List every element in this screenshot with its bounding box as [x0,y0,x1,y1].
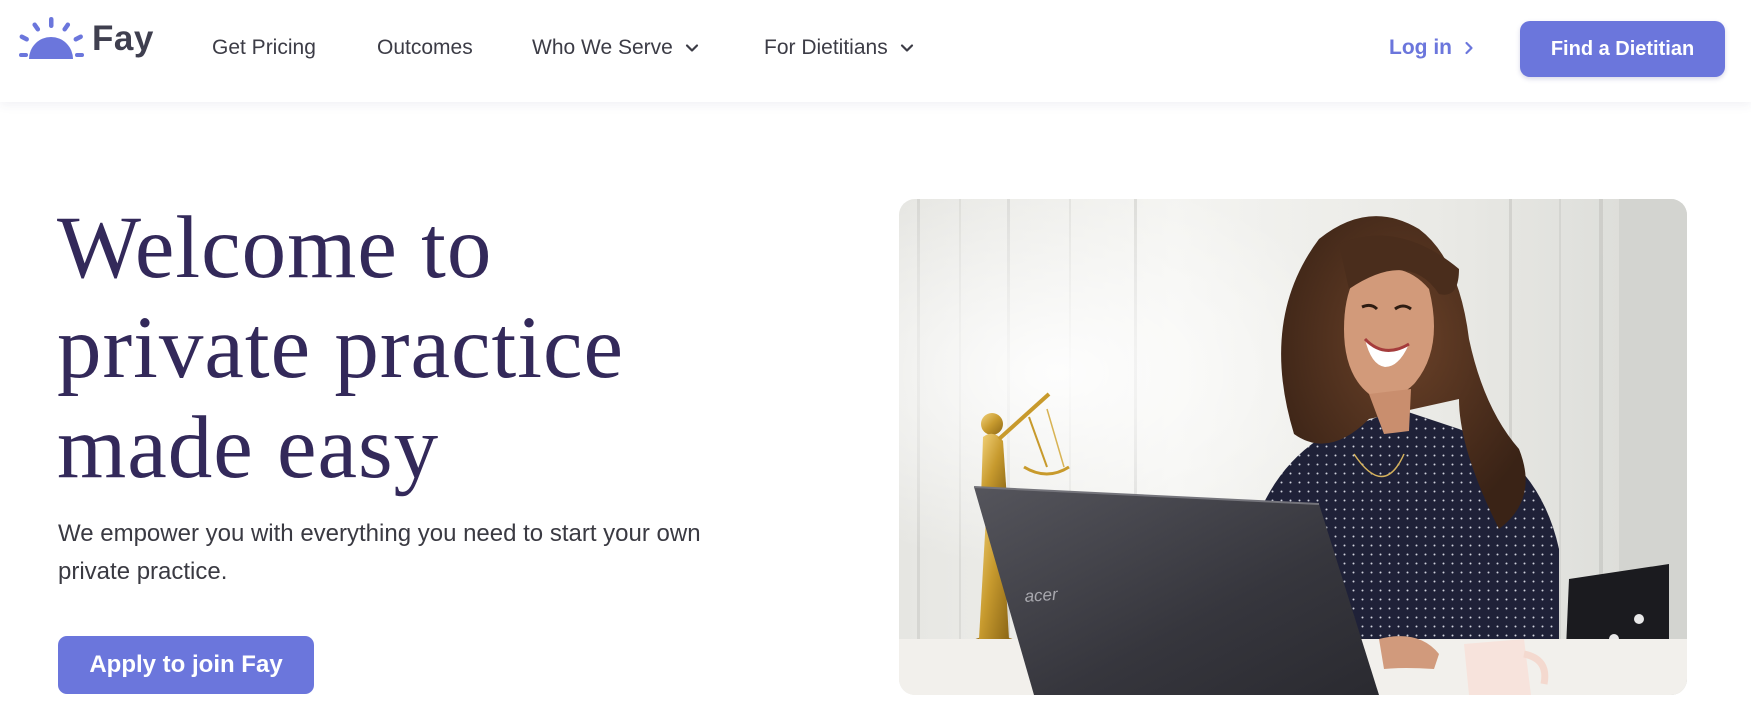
laptop: acer [973,486,1379,695]
laptop-brand: acer [1024,585,1060,606]
nav-for-dietitians[interactable]: For Dietitians [764,31,914,65]
nav-label: For Dietitians [764,36,888,59]
chevron-down-icon [900,44,913,52]
find-dietitian-button[interactable]: Find a Dietitian [1520,21,1725,77]
nav-outcomes[interactable]: Outcomes [377,31,473,65]
site-header: Fay Get Pricing Outcomes Who We Serve Fo… [0,0,1751,102]
hero-headline: Welcome to private practice made easy [57,198,777,498]
nav-get-pricing[interactable]: Get Pricing [212,31,316,65]
hero-photo: acer [899,199,1687,695]
nav-label: Get Pricing [212,36,316,59]
hero-subtext: We empower you with everything you need … [58,520,701,585]
headline-line: Welcome to [57,199,493,297]
nav-who-we-serve[interactable]: Who We Serve [532,31,699,65]
apply-to-join-button[interactable]: Apply to join Fay [58,636,314,694]
smiling-woman-with-laptop-image: acer [899,199,1687,695]
nav-label: Outcomes [377,36,473,59]
headline-line: private practice [57,299,624,397]
nav-label: Who We Serve [532,36,673,59]
chevron-down-icon [685,44,698,52]
sun-icon [19,17,84,59]
fay-logo[interactable]: Fay [18,14,154,64]
headline-line: made easy [57,399,440,497]
login-label: Log in [1389,36,1452,59]
chevron-right-icon [1465,41,1473,55]
logo-text: Fay [92,19,154,58]
login-link[interactable]: Log in [1389,31,1476,65]
